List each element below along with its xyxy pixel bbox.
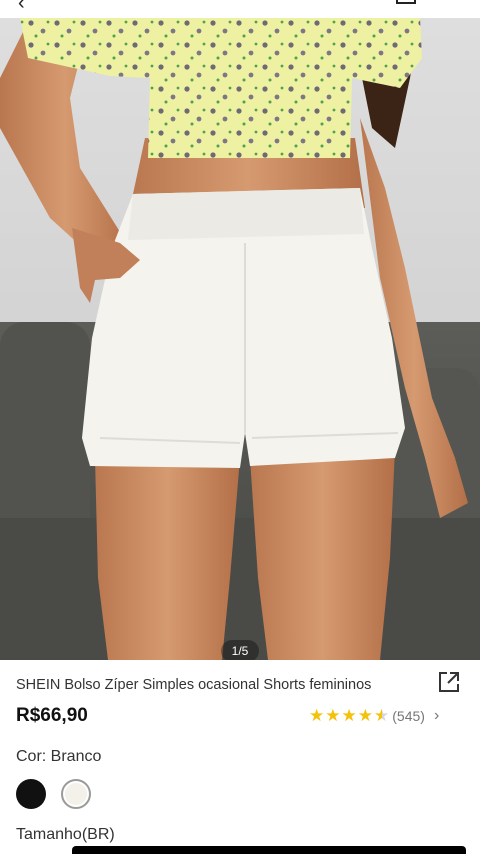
review-count: (545) [392, 708, 425, 724]
share-icon[interactable] [437, 670, 461, 694]
swatch-white-selected[interactable] [61, 779, 91, 809]
product-image-gallery[interactable]: 1/5 [0, 18, 480, 660]
rating-stars: ★ ★ ★ ★ ★ [309, 707, 390, 725]
size-label: Tamanho(BR) [16, 826, 115, 843]
top-bar: ‹ [0, 0, 480, 18]
home-indicator [72, 846, 466, 854]
color-label: Cor: Branco [16, 748, 102, 765]
star-icon: ★ [341, 706, 357, 725]
star-icon: ★ [325, 706, 341, 725]
half-star-icon: ★ [374, 706, 390, 725]
shopping-bag-icon[interactable] [396, 0, 416, 4]
rating-summary[interactable]: ★ ★ ★ ★ ★ (545) › [309, 707, 439, 725]
swatch-black[interactable] [16, 779, 46, 809]
star-icon: ★ [357, 706, 373, 725]
product-info-panel: SHEIN Bolso Zíper Simples ocasional Shor… [0, 660, 480, 854]
image-pager: 1/5 [221, 640, 259, 660]
product-photo [0, 18, 480, 660]
chevron-right-icon: › [433, 707, 440, 724]
chevron-left-icon[interactable]: ‹ [18, 0, 25, 15]
product-title: SHEIN Bolso Zíper Simples ocasional Shor… [16, 677, 372, 693]
star-icon: ★ [309, 706, 325, 725]
product-price: R$66,90 [16, 705, 88, 726]
